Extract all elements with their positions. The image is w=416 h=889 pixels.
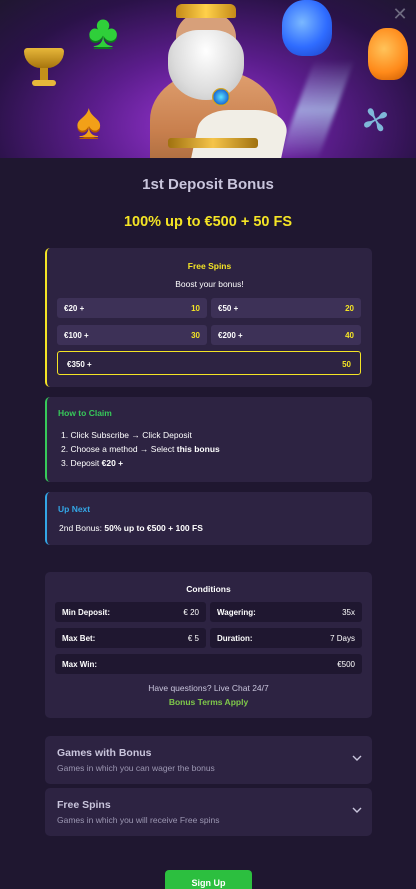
tier-350-selected[interactable]: €350 + 50 <box>57 351 361 375</box>
conditions-title: Conditions <box>186 584 231 594</box>
accordion-title: Games with Bonus <box>57 747 152 759</box>
tier-spins: 30 <box>191 331 200 340</box>
free-spins-subtitle: Boost your bonus! <box>175 279 244 289</box>
claim-step-2: 2. Choose a method → Select this bonus <box>61 444 220 454</box>
spade-icon: ♠ <box>76 95 102 148</box>
sign-up-button[interactable]: Sign Up <box>165 870 252 889</box>
max-win-row: Max Win: €500 <box>55 654 362 674</box>
min-deposit-row: Min Deposit: € 20 <box>55 602 206 622</box>
bonus-headline: 100% up to €500 + 50 FS <box>123 214 293 230</box>
tier-amount: €350 + <box>67 360 92 369</box>
accordion-subtitle: Games in which you can wager the bonus <box>57 763 215 773</box>
next-bonus-text: 2nd Bonus: 50% up to €500 + 100 FS <box>59 523 203 533</box>
dragonfly-icon: ✢ <box>354 97 399 145</box>
tier-amount: €200 + <box>218 331 243 340</box>
tier-spins: 50 <box>342 360 351 369</box>
gummy-bear-blue-icon <box>282 0 332 56</box>
how-to-claim-title: How to Claim <box>58 408 112 418</box>
duration-row: Duration: 7 Days <box>210 628 362 648</box>
tier-amount: €20 + <box>64 304 85 313</box>
tier-spins: 20 <box>345 304 354 313</box>
wagering-row: Wagering: 35x <box>210 602 362 622</box>
up-next-card: Up Next 2nd Bonus: 50% up to €500 + 100 … <box>45 492 372 545</box>
tier-50[interactable]: €50 + 20 <box>211 298 361 318</box>
tier-amount: €50 + <box>218 304 239 313</box>
conditions-card: Conditions Min Deposit: € 20 Wagering: 3… <box>45 572 372 718</box>
tier-20[interactable]: €20 + 10 <box>57 298 207 318</box>
hero-banner: ♣ ♠ ✢ ✕ <box>0 0 416 158</box>
max-bet-row: Max Bet: € 5 <box>55 628 206 648</box>
chevron-down-icon <box>352 807 362 813</box>
free-spins-title: Free Spins <box>187 261 232 271</box>
free-spins-games-accordion[interactable]: Free Spins Games in which you will recei… <box>45 788 372 836</box>
chevron-down-icon <box>352 755 362 761</box>
chalice-icon <box>24 48 64 88</box>
gummy-bear-orange-icon <box>368 28 408 80</box>
how-to-claim-card: How to Claim 1. Click Subscribe → Click … <box>45 397 372 482</box>
tier-spins: 10 <box>191 304 200 313</box>
games-with-bonus-accordion[interactable]: Games with Bonus Games in which you can … <box>45 736 372 784</box>
tier-spins: 40 <box>345 331 354 340</box>
claim-step-3: 3. Deposit €20 + <box>61 458 124 468</box>
live-chat-text: Have questions? Live Chat 24/7 <box>148 683 269 693</box>
free-spins-card: Free Spins Boost your bonus! €20 + 10 €5… <box>45 248 372 387</box>
bonus-terms-link[interactable]: Bonus Terms Apply <box>45 697 372 707</box>
up-next-title: Up Next <box>58 504 91 514</box>
lightning-bolt <box>277 60 355 158</box>
page-title: 1st Deposit Bonus <box>142 176 274 193</box>
tier-100[interactable]: €100 + 30 <box>57 325 207 345</box>
accordion-subtitle: Games in which you will receive Free spi… <box>57 815 220 825</box>
clover-icon: ♣ <box>88 5 119 57</box>
claim-step-1: 1. Click Subscribe → Click Deposit <box>61 430 192 440</box>
tier-amount: €100 + <box>64 331 89 340</box>
accordion-title: Free Spins <box>57 799 111 811</box>
close-icon[interactable]: ✕ <box>390 4 410 24</box>
tier-200[interactable]: €200 + 40 <box>211 325 361 345</box>
